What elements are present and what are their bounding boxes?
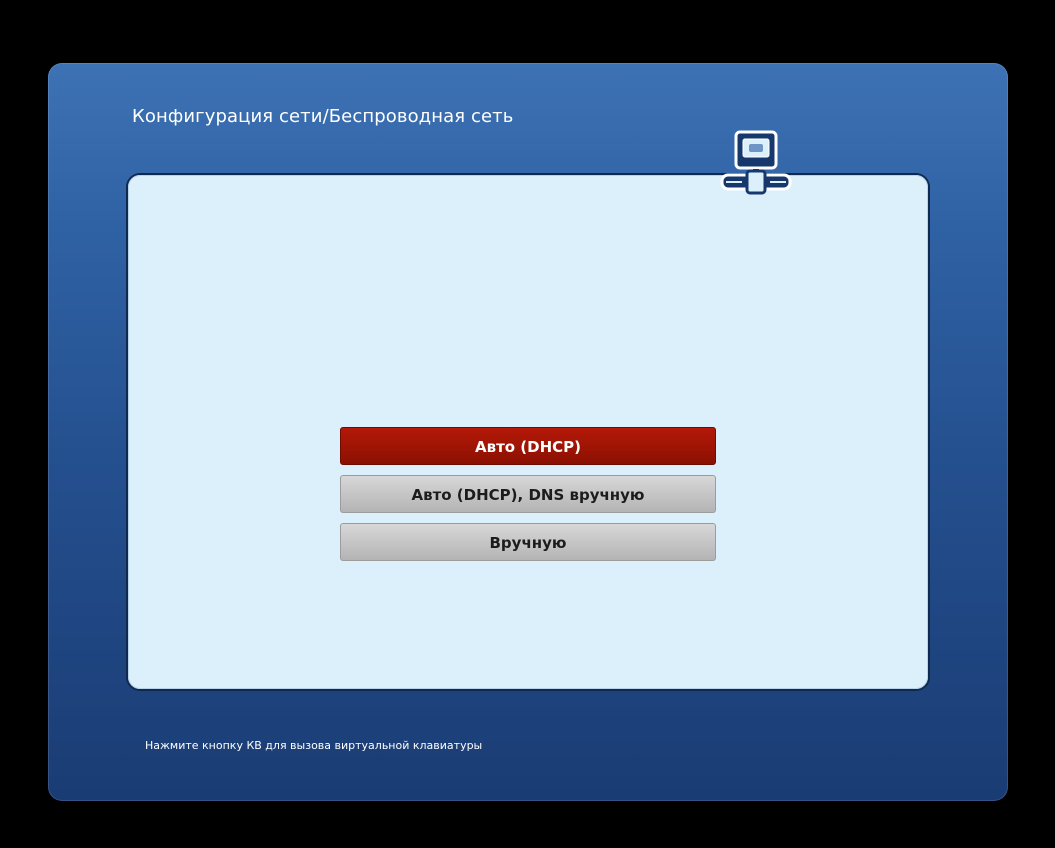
option-auto-dhcp-manual-dns[interactable]: Авто (DHCP), DNS вручную — [340, 475, 716, 513]
tv-screen: Конфигурация сети/Беспроводная сеть Авто… — [0, 0, 1055, 848]
option-manual[interactable]: Вручную — [340, 523, 716, 561]
option-auto-dhcp[interactable]: Авто (DHCP) — [340, 427, 716, 465]
network-computer-icon — [720, 130, 792, 195]
ip-mode-options: Авто (DHCP) Авто (DHCP), DNS вручную Вру… — [340, 427, 716, 571]
keyboard-hint: Нажмите кнопку КВ для вызова виртуальной… — [145, 739, 483, 752]
dialog-title: Конфигурация сети/Беспроводная сеть — [132, 106, 514, 127]
network-config-dialog: Конфигурация сети/Беспроводная сеть Авто… — [48, 63, 1008, 801]
options-panel: Авто (DHCP) Авто (DHCP), DNS вручную Вру… — [128, 175, 928, 689]
